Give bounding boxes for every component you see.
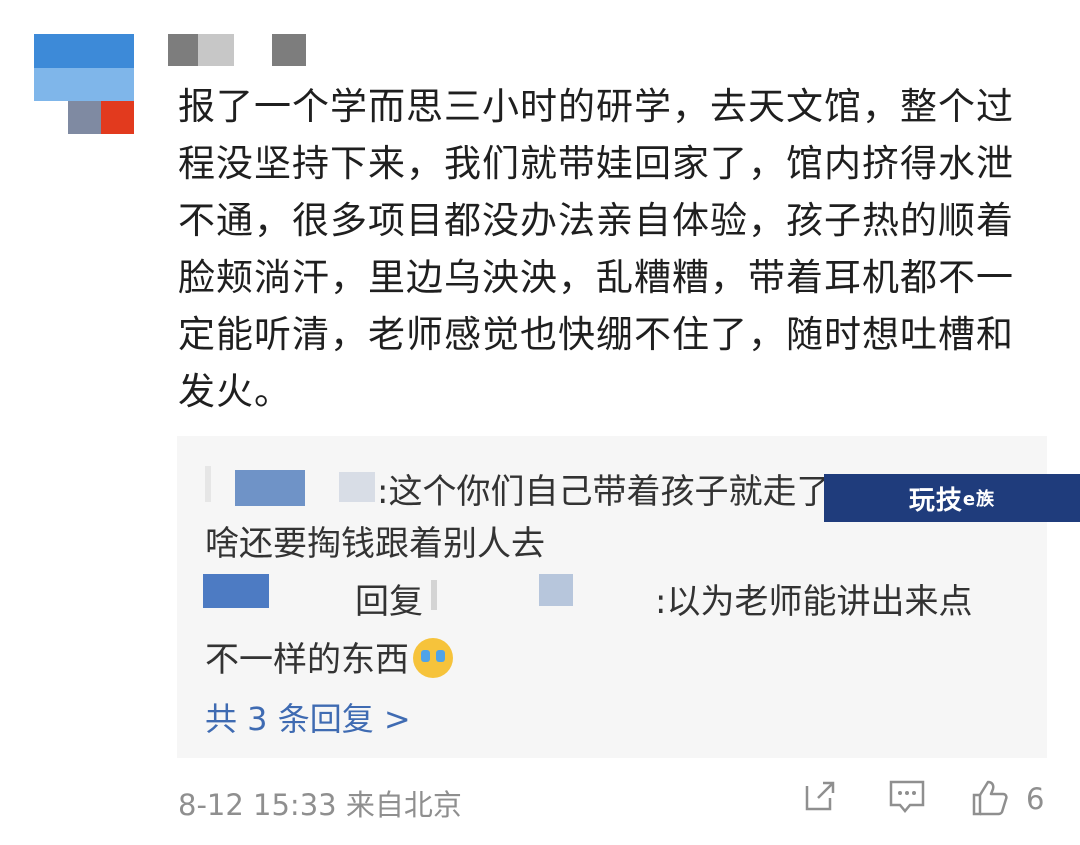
thumbs-up-icon[interactable]: [970, 778, 1010, 818]
reply-text-line: :以为老师能讲出来点: [655, 582, 973, 622]
avatar-mosaic-block: [68, 101, 101, 134]
blurred-name[interactable]: [203, 574, 269, 608]
username-mosaic-block: [272, 34, 306, 66]
reply-text-line: 啥还要掏钱跟着别人去: [205, 524, 545, 564]
watermark-suffix: e族: [962, 489, 996, 510]
avatar-mosaic-block: [34, 34, 134, 68]
like-count: 6: [1026, 782, 1045, 816]
share-icon[interactable]: [802, 778, 838, 814]
blurred-name: [431, 580, 437, 610]
username-mosaic-block: [198, 34, 234, 66]
more-replies-link[interactable]: 共 3 条回复 >: [205, 694, 411, 740]
avatar-mosaic-block: [101, 101, 134, 134]
avatar[interactable]: [34, 34, 134, 134]
blurred-name[interactable]: [235, 470, 305, 506]
reply-text-line: 不一样的东西: [205, 632, 453, 682]
reply-text-span: 不一样的东西: [205, 640, 409, 680]
watermark-logo: 玩技 e族: [824, 474, 1080, 522]
reply-text-line: :这个你们自己带着孩子就走了，为: [377, 472, 899, 512]
username-blurred[interactable]: [168, 34, 308, 66]
comment-timestamp: 8-12 15:33 来自北京: [178, 788, 462, 822]
blurred-name[interactable]: [539, 574, 573, 606]
blurred-name[interactable]: [339, 472, 375, 502]
reply-keyword: 回复: [355, 582, 423, 622]
watermark-text: 玩技: [908, 485, 963, 516]
username-mosaic-block: [168, 34, 198, 66]
comment-icon[interactable]: [888, 778, 926, 816]
blurred-name: [205, 466, 211, 502]
crying-emoji-icon: [413, 637, 453, 678]
comment-text: 报了一个学而思三小时的研学，去天文馆，整个过程没坚持下来，我们就带娃回家了，馆内…: [178, 85, 1014, 413]
avatar-mosaic-block: [34, 68, 134, 101]
